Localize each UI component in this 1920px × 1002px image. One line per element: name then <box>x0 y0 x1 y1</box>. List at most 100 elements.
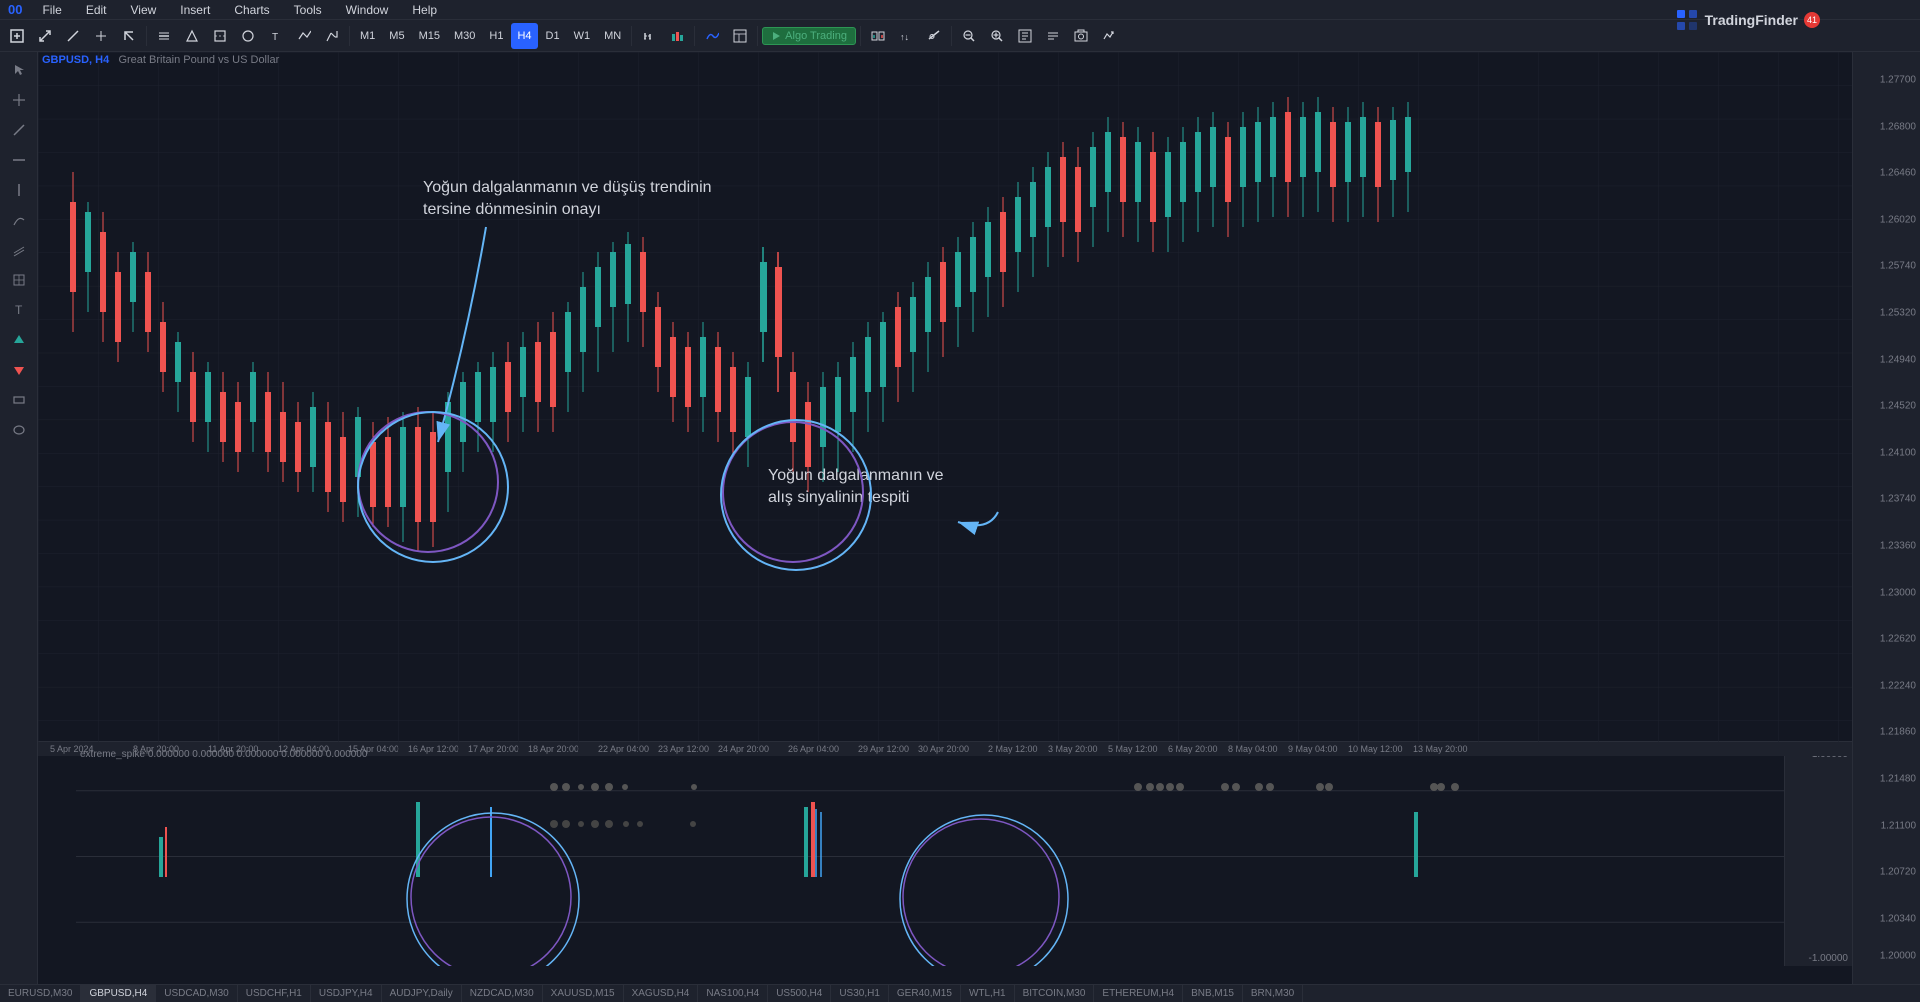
tf-mn[interactable]: MN <box>598 23 627 49</box>
notifications[interactable]: 41 <box>1804 12 1820 28</box>
price-1.234: 1.23360 <box>1880 540 1916 551</box>
tab-nas100[interactable]: NAS100,H4 <box>698 985 768 1002</box>
main-chart-canvas[interactable]: Yoğun dalgalanmanın ve düşüş trendinin t… <box>38 52 1852 754</box>
menu-file[interactable]: File <box>38 1 65 19</box>
tf-w1[interactable]: W1 <box>568 23 597 49</box>
menu-tools[interactable]: Tools <box>290 1 326 19</box>
tab-nzdcad[interactable]: NZDCAD,M30 <box>462 985 543 1002</box>
cursor-btn[interactable] <box>88 23 114 49</box>
tab-bnb[interactable]: BNB,M15 <box>1183 985 1243 1002</box>
channel-tool[interactable] <box>5 236 33 264</box>
data-window-btn[interactable] <box>1012 23 1038 49</box>
arrow-up-tool[interactable] <box>5 326 33 354</box>
chart-type-btn[interactable] <box>636 23 662 49</box>
indicator-btn[interactable] <box>699 23 725 49</box>
algo-trading-label: Algo Trading <box>785 30 847 42</box>
bar-chart-btn[interactable] <box>664 23 690 49</box>
ellipse-tool[interactable] <box>5 416 33 444</box>
template-btn[interactable] <box>727 23 753 49</box>
gann-tool[interactable] <box>5 266 33 294</box>
tab-xagusd[interactable]: XAGUSD,H4 <box>624 985 699 1002</box>
drawing-btn7[interactable] <box>319 23 345 49</box>
indicator-area[interactable]: extreme_spike 0.000000 0.000000 0.000000… <box>76 746 1852 966</box>
drawing-btn3[interactable] <box>207 23 233 49</box>
sep4 <box>694 26 695 46</box>
zoom-out-btn[interactable] <box>956 23 982 49</box>
svg-text:↑↓: ↑↓ <box>900 32 909 42</box>
hline-tool[interactable] <box>5 146 33 174</box>
arrow-down-tool[interactable] <box>5 356 33 384</box>
tf-m30[interactable]: M30 <box>448 23 481 49</box>
objects-btn[interactable] <box>1040 23 1066 49</box>
annotation-text1b: tersine dönmesinin onayı <box>423 201 601 218</box>
tab-wtl[interactable]: WTL,H1 <box>961 985 1015 1002</box>
price-1.230: 1.23000 <box>1880 587 1916 598</box>
ind-price-bot: -1.00000 <box>1809 953 1848 964</box>
tab-xauusd[interactable]: XAUUSD,M15 <box>543 985 624 1002</box>
cursor-tool[interactable] <box>5 56 33 84</box>
zoom-fit-btn[interactable] <box>32 23 58 49</box>
vline-tool[interactable] <box>5 176 33 204</box>
new-chart-btn[interactable] <box>4 23 30 49</box>
chart-container[interactable]: GBPUSD, H4 Great Britain Pound vs US Dol… <box>38 52 1920 984</box>
tf-m15[interactable]: M15 <box>413 23 446 49</box>
algo-trading-btn[interactable]: Algo Trading <box>762 27 856 45</box>
menu-view[interactable]: View <box>127 1 161 19</box>
price-1.226: 1.22620 <box>1880 634 1916 645</box>
arrow-btn[interactable] <box>116 23 142 49</box>
tab-brn[interactable]: BRN,M30 <box>1243 985 1303 1002</box>
line-tool-btn[interactable] <box>60 23 86 49</box>
toolbar: T M1 M5 M15 M30 H1 H4 D1 W1 MN Algo Trad… <box>0 20 1920 52</box>
tab-usdjpy[interactable]: USDJPY,H4 <box>311 985 382 1002</box>
drawing-btn2[interactable] <box>179 23 205 49</box>
drawing-btn5[interactable]: T <box>263 23 289 49</box>
tf-h1[interactable]: H1 <box>483 23 509 49</box>
menu-insert[interactable]: Insert <box>176 1 214 19</box>
annotation-text2: Yoğun dalgalanmanın ve <box>768 467 944 484</box>
tab-us500[interactable]: US500,H4 <box>768 985 831 1002</box>
indicator-label: extreme_spike 0.000000 0.000000 0.000000… <box>80 749 367 760</box>
depth-btn[interactable] <box>865 23 891 49</box>
tf-h4[interactable]: H4 <box>511 23 537 49</box>
price-1.211: 1.21100 <box>1881 820 1916 831</box>
price-1.265: 1.26460 <box>1880 168 1916 179</box>
tab-audjpy[interactable]: AUDJPY,Daily <box>382 985 462 1002</box>
menu-window[interactable]: Window <box>342 1 393 19</box>
price-1.277: 1.27700 <box>1880 74 1916 85</box>
tab-usdchf[interactable]: USDCHF,H1 <box>238 985 311 1002</box>
rectangle-tool[interactable] <box>5 386 33 414</box>
sep5 <box>757 26 758 46</box>
price-1.253: 1.25320 <box>1880 307 1916 318</box>
tab-ethereum[interactable]: ETHEREUM,H4 <box>1094 985 1183 1002</box>
text-tool[interactable]: T <box>5 296 33 324</box>
tf-d1[interactable]: D1 <box>540 23 566 49</box>
menu-edit[interactable]: Edit <box>82 1 111 19</box>
screenshot-btn[interactable] <box>1068 23 1094 49</box>
price-1.241: 1.24100 <box>1880 447 1916 458</box>
tab-gbpusd[interactable]: GBPUSD,H4 <box>81 985 156 1002</box>
drawing-btn6[interactable] <box>291 23 317 49</box>
tab-usdcad[interactable]: USDCAD,M30 <box>156 985 237 1002</box>
drawing-btn1[interactable] <box>151 23 177 49</box>
menu-help[interactable]: Help <box>408 1 441 19</box>
tab-ger40[interactable]: GER40,M15 <box>889 985 961 1002</box>
zoom-in-btn[interactable] <box>984 23 1010 49</box>
crosshair-tool[interactable] <box>5 86 33 114</box>
annotation-text1: Yoğun dalgalanmanın ve düşüş trendinin <box>423 179 712 196</box>
tab-eurusd[interactable]: EURUSD,M30 <box>0 985 81 1002</box>
chart-grid-btn[interactable] <box>921 23 947 49</box>
strategy-btn[interactable] <box>1096 23 1122 49</box>
price-1.268: 1.26800 <box>1880 121 1916 132</box>
ticks-btn[interactable]: ↑↓ <box>893 23 919 49</box>
tab-us30[interactable]: US30,H1 <box>831 985 889 1002</box>
drawing-btn4[interactable] <box>235 23 261 49</box>
tab-bitcoin[interactable]: BITCOIN,M30 <box>1015 985 1095 1002</box>
menu-charts[interactable]: Charts <box>230 1 273 19</box>
tf-m5[interactable]: M5 <box>383 23 410 49</box>
line-tool[interactable] <box>5 116 33 144</box>
tf-m1[interactable]: M1 <box>354 23 381 49</box>
fib-tool[interactable] <box>5 206 33 234</box>
price-1.249: 1.24940 <box>1880 354 1916 365</box>
price-1.222: 1.22240 <box>1880 680 1916 691</box>
symbol-text: GBPUSD, H4 <box>42 54 109 66</box>
